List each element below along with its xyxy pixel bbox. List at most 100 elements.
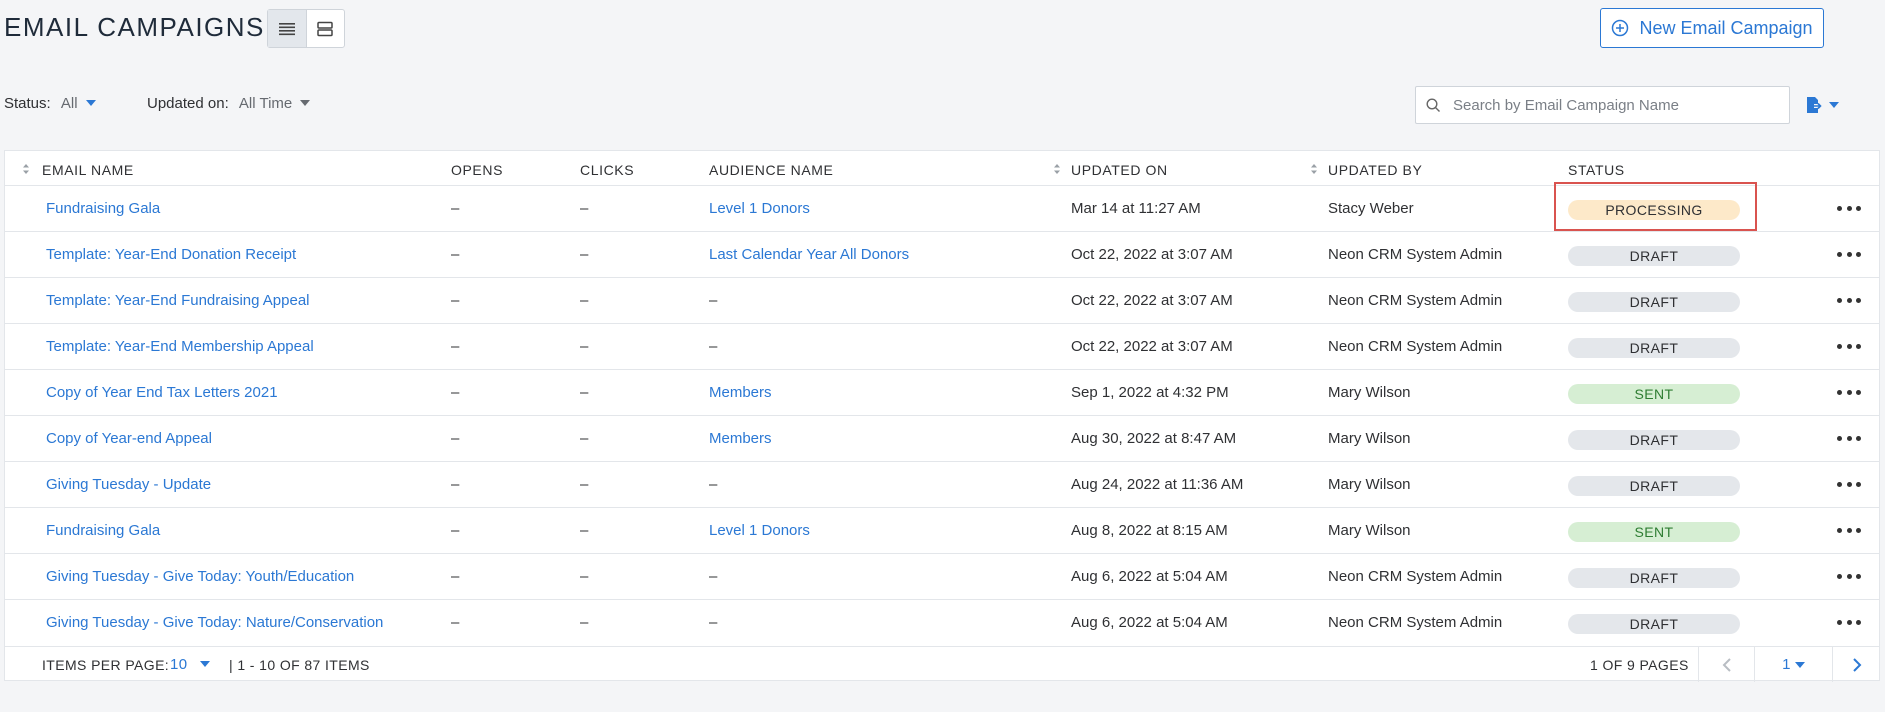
table-footer: ITEMS PER PAGE: 10 | 1 - 10 OF 87 ITEMS … bbox=[5, 646, 1879, 682]
updated-by-value: Mary Wilson bbox=[1328, 430, 1411, 447]
clicks-value: – bbox=[580, 430, 589, 447]
status-badge: DRAFT bbox=[1568, 568, 1740, 588]
sort-icon[interactable] bbox=[1053, 163, 1061, 175]
more-dots-icon[interactable] bbox=[1837, 290, 1861, 310]
audience-name-link[interactable]: Level 1 Donors bbox=[709, 522, 810, 539]
status-badge: DRAFT bbox=[1568, 292, 1740, 312]
status-badge: SENT bbox=[1568, 522, 1740, 542]
new-email-campaign-button[interactable]: New Email Campaign bbox=[1600, 8, 1824, 48]
updated-on-value: Oct 22, 2022 at 3:07 AM bbox=[1071, 292, 1233, 309]
updated-by-value: Neon CRM System Admin bbox=[1328, 246, 1503, 263]
column-header-email-name[interactable]: EMAIL NAME bbox=[42, 162, 134, 178]
items-range-text: | 1 - 10 OF 87 ITEMS bbox=[229, 657, 370, 673]
status-filter-label: Status: bbox=[4, 95, 51, 112]
email-name-link[interactable]: Fundraising Gala bbox=[46, 200, 160, 217]
table-row: Fundraising Gala – – Level 1 Donors Aug 8, 2… bbox=[5, 508, 1879, 554]
opens-value: – bbox=[451, 292, 460, 309]
clicks-value: – bbox=[580, 522, 589, 539]
updated-on-filter[interactable]: Updated on: All Time bbox=[147, 95, 311, 112]
more-dots-icon[interactable] bbox=[1837, 520, 1861, 540]
more-dots-icon[interactable] bbox=[1837, 198, 1861, 218]
page-select[interactable]: 1 bbox=[1754, 647, 1832, 682]
export-button[interactable] bbox=[1805, 96, 1839, 114]
table-row: Copy of Year-end Appeal – – Members Aug 30, … bbox=[5, 416, 1879, 462]
table-row: Fundraising Gala – – Level 1 Donors Mar 14 a… bbox=[5, 182, 1879, 232]
email-name-link[interactable]: Fundraising Gala bbox=[46, 522, 160, 539]
email-name-link[interactable]: Copy of Year End Tax Letters 2021 bbox=[46, 384, 278, 401]
more-dots-icon[interactable] bbox=[1837, 428, 1861, 448]
updated-on-value: Aug 24, 2022 at 11:36 AM bbox=[1071, 476, 1244, 493]
updated-on-value: Aug 6, 2022 at 5:04 AM bbox=[1071, 614, 1228, 631]
email-name-link[interactable]: Template: Year-End Donation Receipt bbox=[46, 246, 296, 263]
chevron-down-icon bbox=[85, 100, 96, 106]
column-header-updated-by[interactable]: UPDATED BY bbox=[1328, 162, 1422, 178]
clicks-value: – bbox=[580, 292, 589, 309]
more-dots-icon[interactable] bbox=[1837, 244, 1861, 264]
status-badge: DRAFT bbox=[1568, 338, 1740, 358]
clicks-value: – bbox=[580, 200, 589, 217]
opens-value: – bbox=[451, 614, 460, 631]
updated-on-value: Oct 22, 2022 at 3:07 AM bbox=[1071, 246, 1233, 263]
opens-value: – bbox=[451, 430, 460, 447]
next-page-button[interactable] bbox=[1832, 647, 1880, 682]
updated-by-value: Stacy Weber bbox=[1328, 200, 1414, 217]
column-header-audience-name: AUDIENCE NAME bbox=[709, 162, 834, 178]
page-header: EMAIL CAMPAIGNS New Email Campaign bbox=[0, 0, 1885, 60]
table-row: Giving Tuesday - Give Today: Nature/Cons… bbox=[5, 600, 1879, 646]
pages-text: 1 OF 9 PAGES bbox=[1590, 657, 1689, 673]
page-title: EMAIL CAMPAIGNS bbox=[4, 12, 265, 42]
prev-page-button[interactable] bbox=[1698, 647, 1754, 682]
email-name-link[interactable]: Giving Tuesday - Give Today: Youth/Educa… bbox=[46, 568, 354, 585]
chevron-down-icon bbox=[1829, 102, 1839, 108]
table-row: Template: Year-End Membership Appeal – – – O… bbox=[5, 324, 1879, 370]
email-name-link[interactable]: Copy of Year-end Appeal bbox=[46, 430, 212, 447]
search-icon bbox=[1426, 97, 1440, 112]
list-view-button[interactable] bbox=[268, 10, 307, 47]
audience-name-link[interactable]: Last Calendar Year All Donors bbox=[709, 246, 909, 263]
table-row: Giving Tuesday - Give Today: Youth/Educa… bbox=[5, 554, 1879, 600]
audience-name-link[interactable]: Level 1 Donors bbox=[709, 200, 810, 217]
items-per-page-label: ITEMS PER PAGE: bbox=[42, 657, 170, 673]
opens-value: – bbox=[451, 338, 460, 355]
email-name-link[interactable]: Template: Year-End Fundraising Appeal bbox=[46, 292, 310, 309]
status-badge: SENT bbox=[1568, 384, 1740, 404]
more-dots-icon[interactable] bbox=[1837, 336, 1861, 356]
email-name-link[interactable]: Giving Tuesday - Update bbox=[46, 476, 211, 493]
more-dots-icon[interactable] bbox=[1837, 382, 1861, 402]
column-header-updated-on[interactable]: UPDATED ON bbox=[1071, 162, 1168, 178]
table-row: Giving Tuesday - Update – – – Aug 24, 2022 a… bbox=[5, 462, 1879, 508]
updated-on-value: Aug 8, 2022 at 8:15 AM bbox=[1071, 522, 1228, 539]
sort-icon[interactable] bbox=[1310, 163, 1318, 175]
clicks-value: – bbox=[580, 568, 589, 585]
audience-name-link[interactable]: Members bbox=[709, 384, 772, 401]
opens-value: – bbox=[451, 384, 460, 401]
more-dots-icon[interactable] bbox=[1837, 474, 1861, 494]
audience-name-value: – bbox=[709, 338, 718, 355]
table-row: Template: Year-End Fundraising Appeal – – –… bbox=[5, 278, 1879, 324]
status-badge: DRAFT bbox=[1568, 246, 1740, 266]
chevron-down-icon bbox=[1794, 661, 1805, 668]
clicks-value: – bbox=[580, 614, 589, 631]
sort-icon[interactable] bbox=[22, 163, 30, 175]
updated-by-value: Neon CRM System Admin bbox=[1328, 292, 1503, 309]
clicks-value: – bbox=[580, 476, 589, 493]
email-name-link[interactable]: Giving Tuesday - Give Today: Nature/Cons… bbox=[46, 614, 383, 631]
status-filter-value: All bbox=[60, 95, 78, 112]
updated-by-value: Mary Wilson bbox=[1328, 476, 1411, 493]
audience-name-link[interactable]: Members bbox=[709, 430, 772, 447]
status-filter[interactable]: Status: All bbox=[4, 95, 96, 112]
chevron-left-icon bbox=[1722, 657, 1731, 672]
table-row: Template: Year-End Donation Receipt – – Las… bbox=[5, 232, 1879, 278]
search-input[interactable] bbox=[1453, 96, 1773, 114]
status-badge: DRAFT bbox=[1568, 430, 1740, 450]
campaigns-table: EMAIL NAME OPENS CLICKS AUDIENCE NAME UP… bbox=[4, 150, 1880, 682]
more-dots-icon[interactable] bbox=[1837, 612, 1861, 632]
opens-value: – bbox=[451, 568, 460, 585]
chevron-down-icon bbox=[200, 661, 211, 667]
items-per-page-select[interactable]: 10 bbox=[170, 656, 211, 673]
card-view-button[interactable] bbox=[307, 10, 345, 47]
status-badge: DRAFT bbox=[1568, 476, 1740, 496]
more-dots-icon[interactable] bbox=[1837, 566, 1861, 586]
email-name-link[interactable]: Template: Year-End Membership Appeal bbox=[46, 338, 314, 355]
updated-by-value: Mary Wilson bbox=[1328, 384, 1411, 401]
